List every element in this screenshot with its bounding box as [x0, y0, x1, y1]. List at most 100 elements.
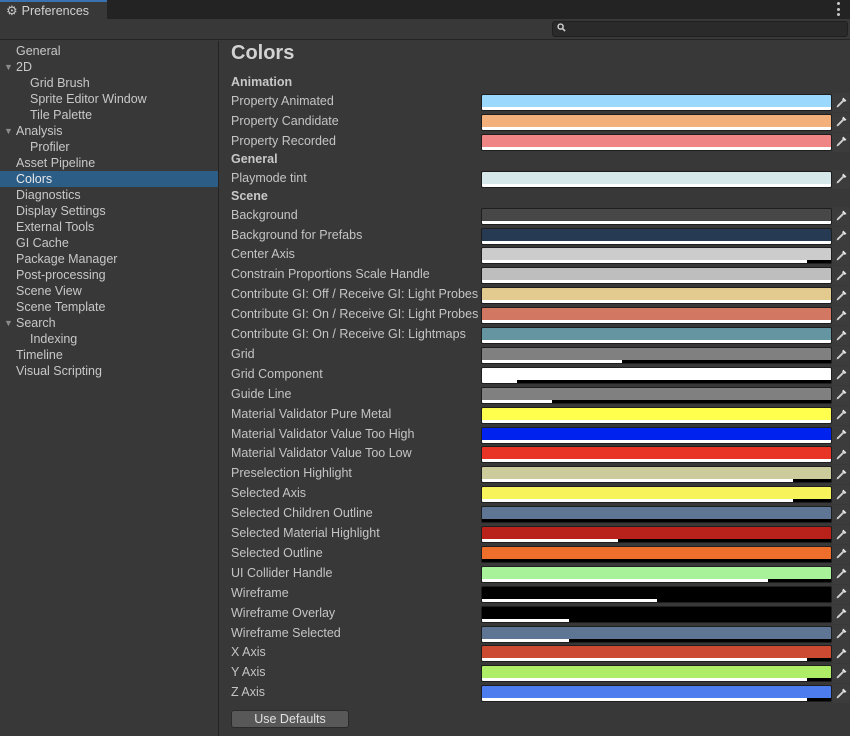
eyedropper-icon[interactable] — [832, 684, 850, 704]
eyedropper-icon[interactable] — [832, 169, 850, 189]
sidebar-item-colors[interactable]: Colors — [0, 171, 218, 187]
color-field[interactable] — [481, 486, 832, 504]
color-fill — [482, 447, 831, 460]
sidebar-item-visual-scripting[interactable]: Visual Scripting — [0, 363, 218, 379]
eyedropper-icon[interactable] — [832, 485, 850, 505]
sidebar-item-post-processing[interactable]: Post-processing — [0, 267, 218, 283]
eyedropper-icon[interactable] — [832, 385, 850, 405]
expand-arrow-icon[interactable]: ▼ — [4, 123, 13, 139]
color-field[interactable] — [481, 386, 832, 404]
color-field[interactable] — [481, 267, 832, 285]
color-field[interactable] — [481, 446, 832, 464]
sidebar-item-scene-view[interactable]: Scene View — [0, 283, 218, 299]
color-field[interactable] — [481, 133, 832, 151]
alpha-fill — [482, 638, 570, 642]
sidebar-item-asset-pipeline[interactable]: Asset Pipeline — [0, 155, 218, 171]
sidebar-item-general[interactable]: General — [0, 43, 218, 59]
sidebar-item-label: Sprite Editor Window — [30, 92, 147, 106]
eyedropper-icon[interactable] — [832, 445, 850, 465]
color-field[interactable] — [481, 625, 832, 643]
eyedropper-icon[interactable] — [832, 286, 850, 306]
color-field[interactable] — [481, 526, 832, 543]
sidebar-item-label: Asset Pipeline — [16, 156, 96, 170]
color-field[interactable] — [481, 287, 832, 305]
color-field[interactable] — [481, 327, 832, 344]
color-field[interactable] — [481, 307, 832, 325]
eyedropper-icon[interactable] — [832, 564, 850, 584]
eyedropper-icon[interactable] — [832, 544, 850, 564]
eyedropper-icon[interactable] — [832, 425, 850, 445]
color-field[interactable] — [481, 113, 832, 131]
eyedropper-icon[interactable] — [832, 206, 850, 226]
expand-arrow-icon[interactable]: ▼ — [4, 59, 13, 75]
sidebar-item-sprite-editor-window[interactable]: Sprite Editor Window — [0, 91, 218, 107]
color-field[interactable] — [481, 605, 832, 623]
color-field[interactable] — [481, 346, 832, 364]
color-fill — [482, 248, 831, 261]
sidebar-item-indexing[interactable]: Indexing — [0, 331, 218, 347]
kebab-menu-icon[interactable] — [836, 2, 840, 16]
sidebar-item-timeline[interactable]: Timeline — [0, 347, 218, 363]
color-field[interactable] — [481, 366, 832, 384]
eyedropper-icon[interactable] — [832, 306, 850, 326]
eyedropper-icon[interactable] — [832, 525, 850, 544]
color-field[interactable] — [481, 94, 832, 111]
eyedropper-icon[interactable] — [832, 112, 850, 132]
color-field[interactable] — [481, 685, 832, 703]
color-field[interactable] — [481, 406, 832, 424]
eyedropper-icon[interactable] — [832, 465, 850, 485]
color-field[interactable] — [481, 466, 832, 484]
color-field[interactable] — [481, 545, 832, 563]
color-field[interactable] — [481, 247, 832, 265]
color-label: Wireframe — [231, 585, 289, 600]
color-row: X Axis — [220, 643, 850, 664]
eyedropper-icon[interactable] — [832, 365, 850, 385]
sidebar-item-scene-template[interactable]: Scene Template — [0, 299, 218, 315]
expand-arrow-icon[interactable]: ▼ — [4, 315, 13, 331]
eyedropper-icon[interactable] — [832, 132, 850, 152]
eyedropper-icon[interactable] — [832, 93, 850, 112]
color-field[interactable] — [481, 506, 832, 524]
eyedropper-icon[interactable] — [832, 266, 850, 286]
color-field[interactable] — [481, 585, 832, 603]
eyedropper-icon[interactable] — [832, 226, 850, 246]
eyedropper-icon[interactable] — [832, 644, 850, 664]
sidebar-item-analysis[interactable]: ▼ Analysis — [0, 123, 218, 139]
eyedropper-icon[interactable] — [832, 664, 850, 684]
sidebar-item-package-manager[interactable]: Package Manager — [0, 251, 218, 267]
color-field[interactable] — [481, 665, 832, 683]
eyedropper-icon[interactable] — [832, 326, 850, 345]
sidebar-item-grid-brush[interactable]: Grid Brush — [0, 75, 218, 91]
eyedropper-icon[interactable] — [832, 505, 850, 525]
alpha-fill — [482, 578, 769, 582]
color-field[interactable] — [481, 565, 832, 583]
color-field[interactable] — [481, 207, 832, 225]
color-label: Selected Children Outline — [231, 506, 373, 521]
eyedropper-icon[interactable] — [832, 604, 850, 624]
sidebar-item-gi-cache[interactable]: GI Cache — [0, 235, 218, 251]
eyedropper-icon[interactable] — [832, 246, 850, 266]
search-box[interactable] — [552, 21, 848, 37]
eyedropper-icon[interactable] — [832, 405, 850, 425]
sidebar-item-external-tools[interactable]: External Tools — [0, 219, 218, 235]
alpha-bar — [482, 598, 831, 602]
color-label: Center Axis — [231, 247, 295, 262]
preferences-tab[interactable]: ⚙ Preferences — [0, 0, 107, 19]
sidebar-item-search[interactable]: ▼ Search — [0, 315, 218, 331]
eyedropper-icon[interactable] — [832, 345, 850, 365]
eyedropper-icon[interactable] — [832, 584, 850, 604]
sidebar-item-2d[interactable]: ▼ 2D — [0, 59, 218, 75]
use-defaults-button[interactable]: Use Defaults — [231, 710, 349, 728]
color-field[interactable] — [481, 426, 832, 444]
color-field[interactable] — [481, 645, 832, 663]
eyedropper-icon[interactable] — [832, 624, 850, 644]
sidebar-item-tile-palette[interactable]: Tile Palette — [0, 107, 218, 123]
sidebar-item-display-settings[interactable]: Display Settings — [0, 203, 218, 219]
color-row: Selected Axis — [220, 484, 850, 505]
sidebar-item-profiler[interactable]: Profiler — [0, 139, 218, 155]
sidebar-item-diagnostics[interactable]: Diagnostics — [0, 187, 218, 203]
color-field[interactable] — [481, 170, 832, 188]
search-input[interactable] — [569, 22, 845, 36]
alpha-bar — [482, 459, 831, 463]
color-field[interactable] — [481, 227, 832, 245]
